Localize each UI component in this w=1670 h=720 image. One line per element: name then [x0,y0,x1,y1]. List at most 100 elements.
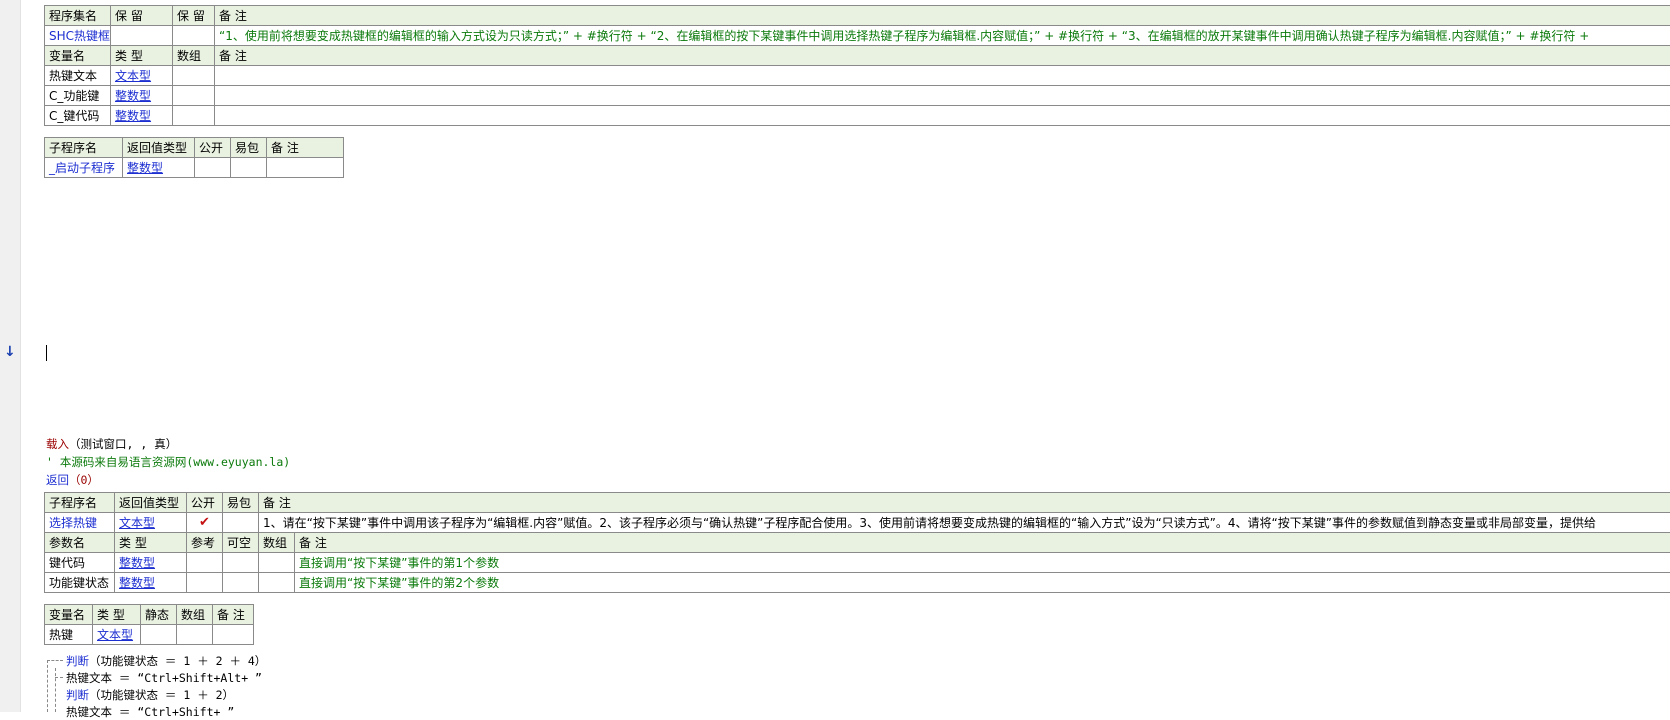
flow-tree-branch [55,677,63,678]
nullable-cell[interactable] [223,573,259,593]
param-name-cell[interactable]: 功能键状态 [45,573,115,593]
code-line[interactable]: 判断（功能键状态 ＝ 1 ＋ 2） [66,687,234,703]
code-comment-line[interactable]: ' 本源码来自易语言资源网(www.eyuyan.la) [46,454,290,470]
table-row[interactable]: C_键代码 整数型 [45,106,1670,126]
header-comment: 备 注 [215,6,1670,26]
header-static: 静态 [141,605,177,625]
code-keyword: 载入 [46,437,69,451]
header-reserved: 保 留 [111,6,173,26]
var-type-cell[interactable]: 整数型 [111,106,173,126]
code-line[interactable]: 判断（功能键状态 ＝ 1 ＋ 2 ＋ 4） [66,653,266,669]
header-assembly-name: 程序集名 [45,6,111,26]
checkmark-icon: ✔ [199,515,210,530]
param-type-cell[interactable]: 整数型 [115,553,187,573]
public-cell[interactable]: ✔ [187,513,223,533]
param-comment-cell[interactable]: 直接调用“按下某键”事件的第2个参数 [295,573,1670,593]
reference-cell[interactable] [187,553,223,573]
var-type-cell[interactable]: 整数型 [111,86,173,106]
assembly-table: 程序集名 保 留 保 留 备 注 SHC热键框 “1、使用前将想要变成热键框的编… [44,5,1670,126]
header-type: 类 型 [93,605,141,625]
code-args: （测试窗口, , 真） [69,437,177,451]
var-type-cell[interactable]: 文本型 [111,66,173,86]
code-args: （功能键状态 ＝ 1 ＋ 2 ＋ 4） [89,654,266,668]
header-package: 易包 [231,138,267,158]
header-reserved: 保 留 [173,6,215,26]
array-cell[interactable] [259,573,295,593]
table-row[interactable]: 功能键状态 整数型 直接调用“按下某键”事件的第2个参数 [45,573,1670,593]
var-name-cell[interactable]: 热键文本 [45,66,111,86]
header-comment: 备 注 [259,493,1670,513]
return-type-cell[interactable]: 整数型 [123,158,195,178]
header-comment: 备 注 [295,533,1670,553]
sub-name-cell[interactable]: 选择热键 [45,513,115,533]
flow-tree-line [47,660,48,712]
var-comment-cell[interactable] [215,106,1670,126]
header-comment: 备 注 [267,138,344,158]
package-cell[interactable] [223,513,259,533]
array-cell[interactable] [259,553,295,573]
reference-cell[interactable] [187,573,223,593]
local-vars-table: 变量名 类 型 静态 数组 备 注 热键 文本型 [44,604,254,645]
reserved-cell[interactable] [111,26,173,46]
header-return-type: 返回值类型 [115,493,187,513]
code-keyword: 判断 [66,688,89,702]
code-args: （0） [69,473,99,487]
sub-name-cell[interactable]: _启动子程序 [45,158,123,178]
code-line[interactable]: 载入（测试窗口, , 真） [46,436,177,452]
header-comment: 备 注 [215,46,1670,66]
header-comment: 备 注 [213,605,254,625]
param-type-cell[interactable]: 整数型 [115,573,187,593]
static-cell[interactable] [141,625,177,645]
code-line[interactable]: 返回（0） [46,472,99,488]
reserved-cell[interactable] [173,26,215,46]
header-reference: 参考 [187,533,223,553]
header-array: 数组 [259,533,295,553]
header-type: 类 型 [115,533,187,553]
header-var-name: 变量名 [45,46,111,66]
var-array-cell[interactable] [173,66,215,86]
flow-tree-line [55,668,56,712]
package-cell[interactable] [231,158,267,178]
header-return-type: 返回值类型 [123,138,195,158]
code-line[interactable]: 热键文本 ＝ “Ctrl+Shift+Alt+ ” [66,670,262,686]
var-name-cell[interactable]: 热键 [45,625,93,645]
code-line[interactable]: 热键文本 ＝ “Ctrl+Shift+ ” [66,704,234,720]
header-param-name: 参数名 [45,533,115,553]
table-row[interactable]: C_功能键 整数型 [45,86,1670,106]
header-sub-name: 子程序名 [45,493,115,513]
var-comment-cell[interactable] [215,86,1670,106]
header-var-name: 变量名 [45,605,93,625]
var-name-cell[interactable]: C_键代码 [45,106,111,126]
assembly-comment-cell[interactable]: “1、使用前将想要变成热键框的编辑框的输入方式设为只读方式；” + #换行符 +… [215,26,1670,46]
nullable-cell[interactable] [223,553,259,573]
table-row[interactable]: 热键 文本型 [45,625,254,645]
table-row[interactable]: 键代码 整数型 直接调用“按下某键”事件的第1个参数 [45,553,1670,573]
table-row[interactable]: 热键文本 文本型 [45,66,1670,86]
startup-sub-table: 子程序名 返回值类型 公开 易包 备 注 _启动子程序 整数型 [44,137,344,178]
comment-cell[interactable] [213,625,254,645]
header-array: 数组 [173,46,215,66]
header-public: 公开 [195,138,231,158]
select-hotkey-sub-table: 子程序名 返回值类型 公开 易包 备 注 选择热键 文本型 ✔ 1、请在“按下某… [44,492,1670,593]
array-cell[interactable] [177,625,213,645]
return-type-cell[interactable]: 文本型 [115,513,187,533]
current-line-arrow-icon: ↓ [4,344,16,360]
header-type: 类 型 [111,46,173,66]
code-args: （功能键状态 ＝ 1 ＋ 2） [89,688,234,702]
code-keyword: 返回 [46,473,69,487]
var-array-cell[interactable] [173,106,215,126]
var-array-cell[interactable] [173,86,215,106]
comment-cell[interactable]: 1、请在“按下某键”事件中调用该子程序为“编辑框.内容”赋值。2、该子程序必须与… [259,513,1670,533]
comment-cell[interactable] [267,158,344,178]
public-cell[interactable] [195,158,231,178]
header-array: 数组 [177,605,213,625]
param-name-cell[interactable]: 键代码 [45,553,115,573]
param-comment-cell[interactable]: 直接调用“按下某键”事件的第1个参数 [295,553,1670,573]
header-sub-name: 子程序名 [45,138,123,158]
var-name-cell[interactable]: C_功能键 [45,86,111,106]
header-nullable: 可空 [223,533,259,553]
assembly-name-cell[interactable]: SHC热键框 [45,26,111,46]
code-keyword: 判断 [66,654,89,668]
var-type-cell[interactable]: 文本型 [93,625,141,645]
var-comment-cell[interactable] [215,66,1670,86]
